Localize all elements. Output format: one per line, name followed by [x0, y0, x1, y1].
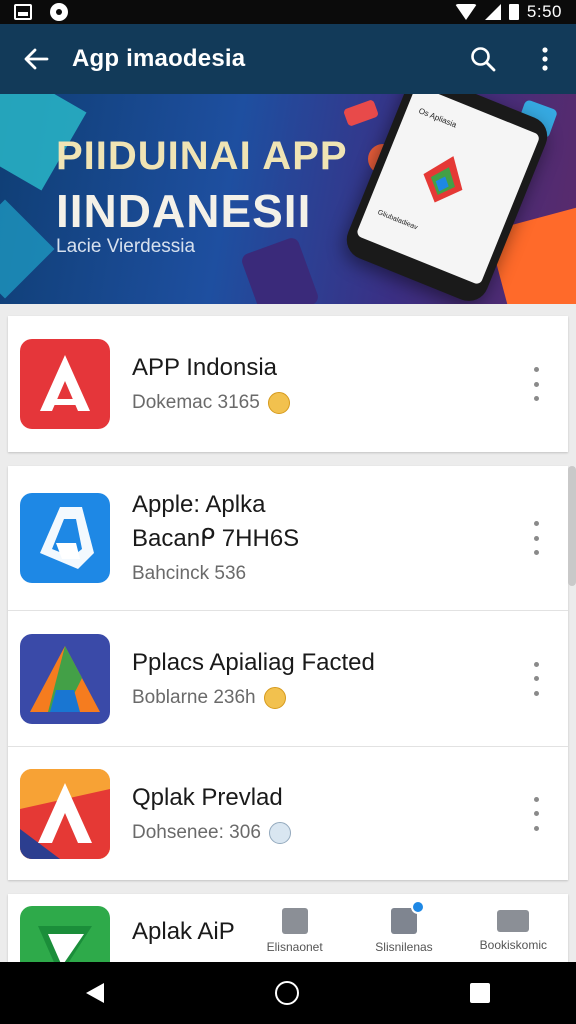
nav-back-icon[interactable]: [85, 983, 104, 1003]
list-item[interactable]: Qplak Prevlad Dohsenee: 306: [8, 746, 568, 880]
tab-library[interactable]: Bookiskomic: [459, 900, 568, 962]
banner-title-2: IINDANESII: [56, 185, 312, 237]
app-icon: [20, 633, 110, 724]
status-bar: 5:50: [0, 0, 576, 24]
apps-icon: [390, 900, 425, 934]
app-logo-icon: [20, 768, 110, 859]
scrollbar[interactable]: [568, 466, 576, 586]
banner-title: PIIDUINAI APP: [56, 134, 348, 178]
more-options-button[interactable]: [514, 24, 576, 94]
search-button[interactable]: [452, 24, 514, 94]
app-icon: [20, 493, 110, 583]
item-menu-button[interactable]: [526, 521, 546, 555]
tab-label: Elisnaonet: [266, 940, 323, 954]
app-title-line2: Bacanᑭ 7HH6S: [132, 525, 300, 552]
tab-label: Slisnilenas: [375, 940, 433, 954]
status-time: 5:50: [526, 2, 562, 21]
app-logo-icon: [423, 156, 463, 203]
bookmark-icon: [281, 908, 308, 934]
app-title: APP Indonsia: [132, 354, 277, 381]
decor-shape: [239, 235, 321, 304]
phone-caption: Os Apliasia: [417, 106, 458, 130]
screenshot-icon: [14, 4, 32, 20]
page-title: Agp imaodesia: [72, 45, 246, 72]
item-menu-button[interactable]: [526, 796, 546, 831]
app-title: Apple: Aplka: [132, 491, 266, 518]
search-icon: [471, 47, 496, 72]
list-item[interactable]: Pplacs Apialiag Facted Boblarne 236h: [8, 610, 568, 746]
emoji-icon: [268, 821, 291, 844]
app-subtitle: Dohsenee: 306: [132, 821, 261, 843]
tab-apps[interactable]: Slisnilenas: [349, 900, 458, 962]
back-button[interactable]: [0, 24, 72, 94]
app-bar: Agp imaodesia: [0, 24, 576, 94]
nav-recents-icon[interactable]: [470, 983, 491, 1003]
app-title: Qplak Prevlad: [132, 783, 283, 811]
more-vert-icon: [542, 47, 548, 71]
decor-shape: [0, 199, 55, 299]
wifi-icon: [454, 4, 477, 20]
phone-footer: Gliubaladieav: [376, 209, 419, 232]
item-menu-button[interactable]: [526, 661, 546, 696]
library-icon: [497, 910, 530, 932]
decor-shape: [342, 99, 380, 127]
promo-banner[interactable]: PIIDUINAI APP IINDANESII Lacie Vierdessi…: [0, 94, 576, 304]
signal-icon: [484, 4, 501, 20]
app-logo-icon: [38, 926, 92, 962]
app-title: Aplak AiP: [132, 918, 235, 945]
arrow-left-icon: [24, 48, 49, 70]
system-nav-bar: [0, 962, 576, 1024]
nav-home-icon[interactable]: [274, 981, 299, 1005]
list-item[interactable]: APP Indonsia Dokemac 3165: [8, 316, 568, 452]
tab-bookmarks[interactable]: Elisnaonet: [240, 900, 349, 962]
app-subtitle: Boblarne 236h: [132, 686, 256, 708]
app-list-card: Apple: Aplka Bacanᑭ 7HH6S Bahcinck 536 P…: [8, 466, 568, 880]
app-logo-icon: [30, 645, 100, 712]
emoji-icon: [267, 392, 290, 414]
app-logo-icon: [40, 355, 90, 411]
item-menu-button[interactable]: [526, 367, 546, 401]
app-logo-icon: [40, 507, 94, 569]
banner-subtitle: Lacie Vierdessia: [56, 236, 196, 257]
tab-label: Bookiskomic: [479, 938, 547, 952]
app-subtitle: Dokemac 3165: [132, 392, 260, 413]
app-subtitle: Bahcinck 536: [132, 563, 247, 584]
app-icon: [20, 768, 110, 859]
notification-badge: [410, 900, 425, 914]
bottom-tabs: Elisnaonet Slisnilenas Bookiskomic: [240, 900, 568, 962]
app-icon: [20, 906, 110, 962]
app-icon: [20, 339, 110, 429]
emoji-icon: [263, 686, 286, 709]
record-icon: [50, 3, 68, 21]
app-title: Pplacs Apialiag Facted: [132, 648, 375, 676]
featured-card: APP Indonsia Dokemac 3165: [8, 316, 568, 452]
list-item[interactable]: Apple: Aplka Bacanᑭ 7HH6S Bahcinck 536: [8, 466, 568, 610]
battery-icon: [508, 4, 519, 20]
